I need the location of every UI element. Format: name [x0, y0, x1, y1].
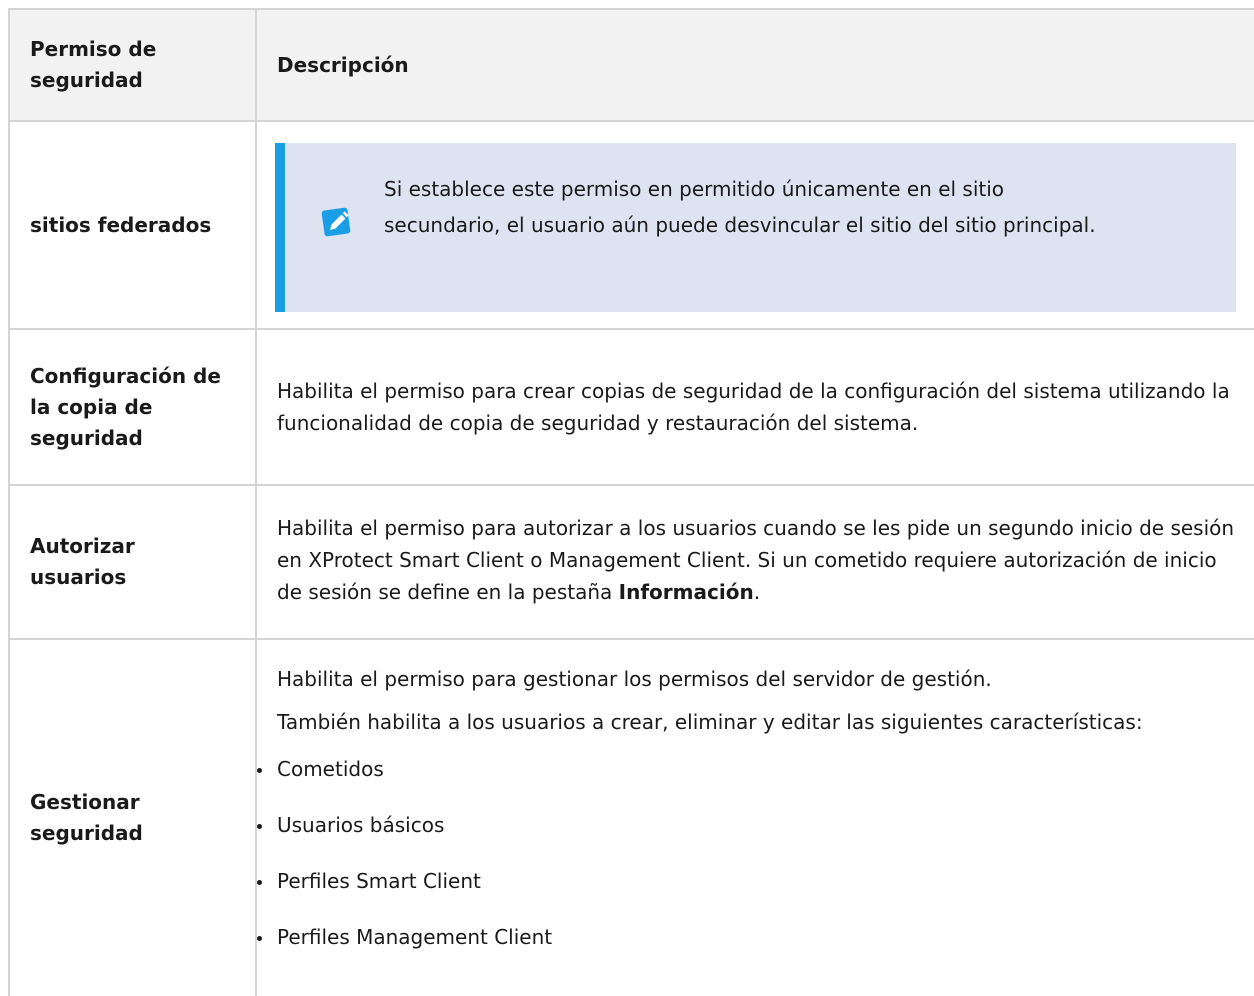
header-description: Descripción — [277, 50, 1247, 81]
list-item: Usuarios básicos — [199, 797, 1247, 853]
row-autorizar-description-end: . — [753, 580, 761, 604]
pencil-note-icon — [320, 205, 356, 241]
table-border-top — [8, 8, 1254, 10]
list-item: Perfiles Management Client — [199, 909, 1247, 965]
row-backup-permission: Configuración de la copia de seguridad — [30, 330, 235, 484]
header-permission-label: Permiso de seguridad — [30, 37, 157, 92]
list-item: Cometidos — [199, 741, 1247, 797]
row-autorizar-permission: Autorizar usuarios — [30, 486, 235, 638]
list-item: Perfiles Smart Client — [199, 853, 1247, 909]
row-gestionar-description: Habilita el permiso para gestionar los p… — [257, 663, 1247, 965]
tab-reference-informacion: Información — [618, 580, 754, 604]
row-backup-permission-label: Configuración de la copia de seguridad — [30, 363, 221, 450]
row-autorizar-permission-label: Autorizar usuarios — [30, 534, 135, 589]
row-federados-permission: sitios federados — [30, 122, 235, 328]
row-gestionar-description-1: Habilita el permiso para gestionar los p… — [277, 667, 992, 691]
header-permission: Permiso de seguridad — [30, 30, 235, 100]
note-box: Si establece este permiso en permitido ú… — [275, 143, 1236, 312]
note-accent-bar — [275, 143, 285, 312]
row-gestionar-description-2: También habilita a los usuarios a crear,… — [277, 710, 1143, 734]
feature-list: Cometidos Usuarios básicos Perfiles Smar… — [199, 741, 1247, 965]
table-border-left — [8, 8, 10, 996]
security-permissions-table: Permiso de seguridad Descripción sitios … — [0, 0, 1254, 996]
row-autorizar-description: Habilita el permiso para autorizar a los… — [277, 512, 1247, 608]
row-backup-description: Habilita el permiso para crear copias de… — [277, 379, 1230, 435]
note-text: Si establece este permiso en permitido ú… — [384, 177, 1096, 237]
header-description-label: Descripción — [277, 53, 409, 77]
row-federados-permission-label: sitios federados — [30, 212, 212, 237]
